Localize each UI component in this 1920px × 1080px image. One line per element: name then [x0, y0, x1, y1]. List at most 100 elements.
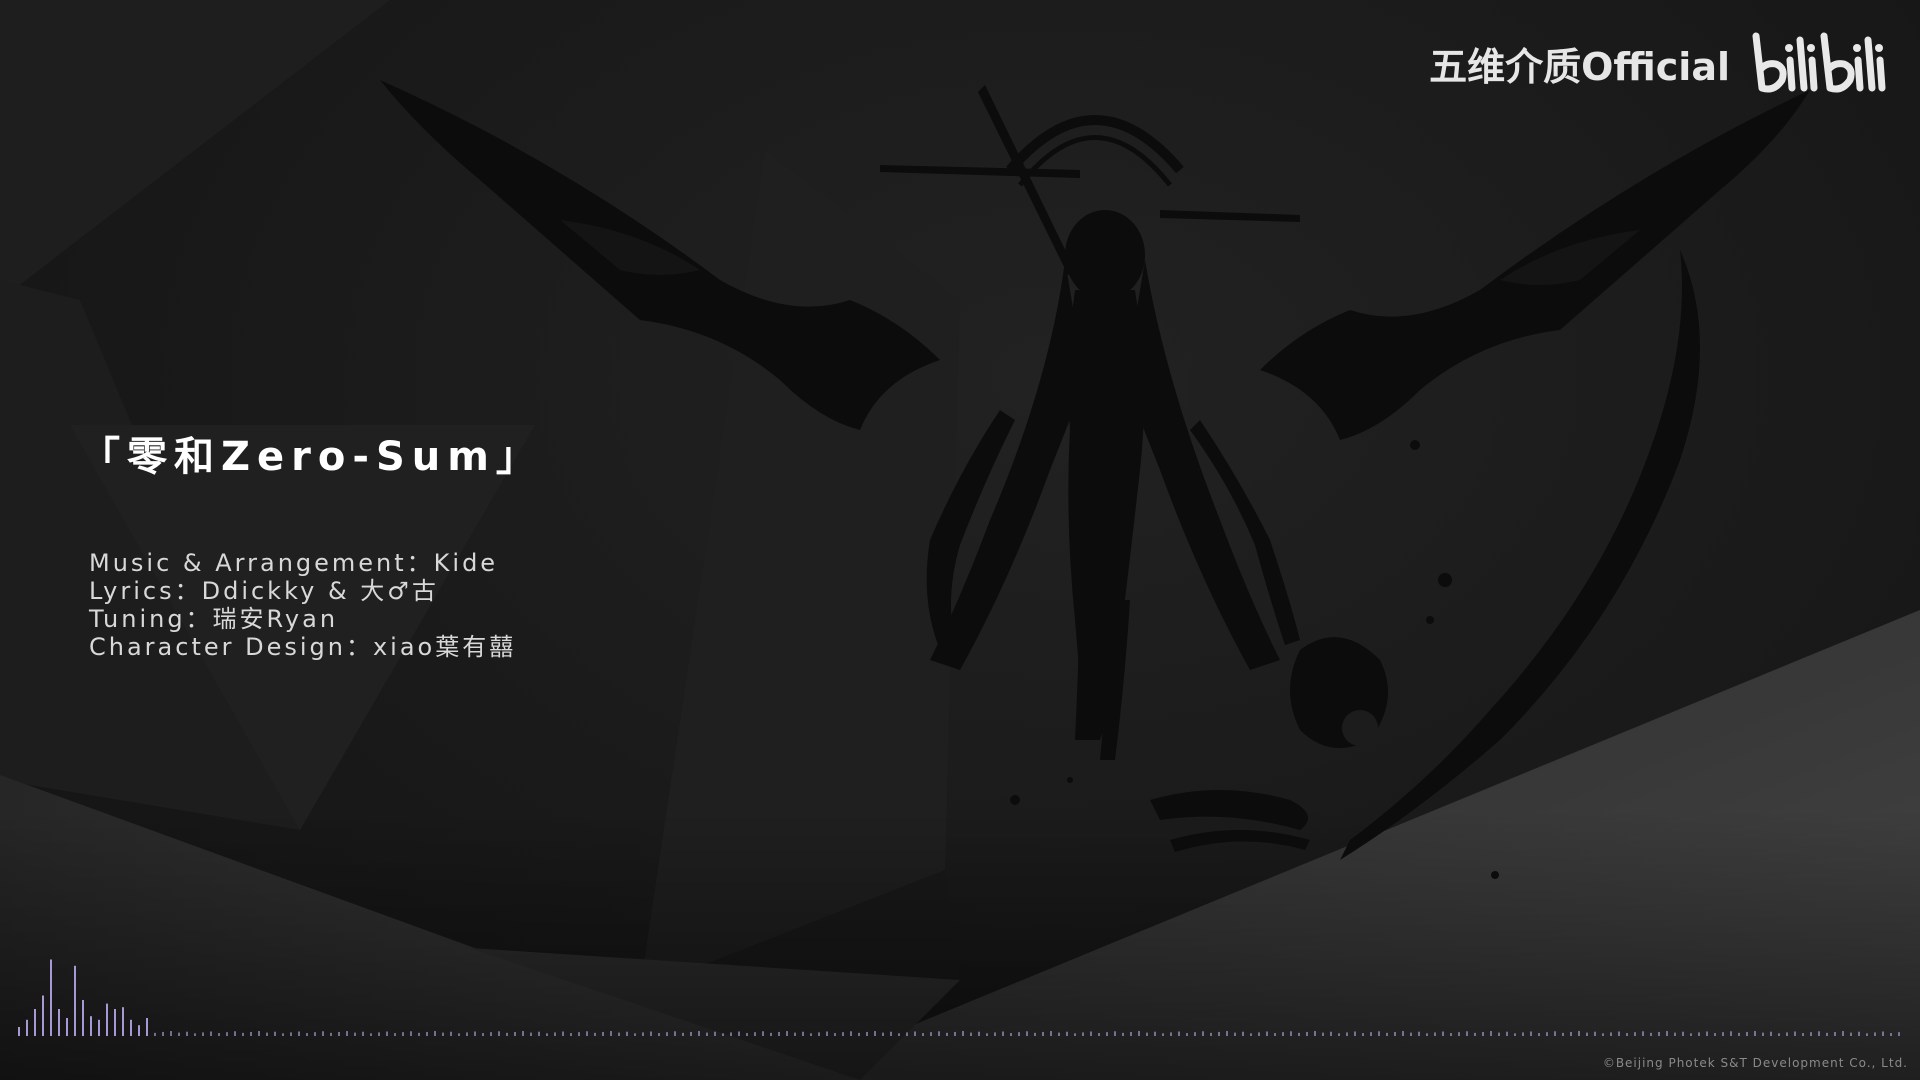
visualizer-bar: [1754, 1031, 1756, 1036]
visualizer-bar: [634, 1033, 636, 1036]
visualizer-bar: [1250, 1033, 1252, 1036]
visualizer-bar: [1018, 1032, 1020, 1036]
credits-block: Music & Arrangement：Kide Lyrics：Ddickky …: [89, 549, 516, 661]
visualizer-bar: [50, 959, 52, 1036]
visualizer-bar: [1810, 1032, 1812, 1036]
visualizer-bar: [1426, 1033, 1428, 1036]
visualizer-bar: [1674, 1032, 1676, 1036]
visualizer-bar: [274, 1031, 276, 1036]
visualizer-bar: [1570, 1031, 1572, 1036]
visualizer-bar: [306, 1033, 308, 1036]
visualizer-bar: [466, 1032, 468, 1036]
visualizer-bar: [250, 1031, 252, 1036]
visualizer-bar: [1442, 1031, 1444, 1036]
visualizer-bar: [138, 1025, 140, 1036]
visualizer-bar: [1650, 1032, 1652, 1036]
visualizer-bar: [74, 965, 76, 1036]
visualizer-bar: [1066, 1031, 1068, 1036]
visualizer-bar: [546, 1033, 548, 1036]
visualizer-bar: [954, 1031, 956, 1036]
visualizer-bar: [474, 1031, 476, 1036]
visualizer-bar: [1826, 1032, 1828, 1036]
visualizer-bar: [1322, 1032, 1324, 1036]
visualizer-bar: [938, 1031, 940, 1036]
credit-tuning: Tuning：瑞安Ryan: [89, 605, 339, 633]
visualizer-bar: [106, 1003, 108, 1036]
visualizer-bar: [586, 1031, 588, 1036]
visualizer-bar: [1642, 1031, 1644, 1036]
visualizer-bar: [1786, 1032, 1788, 1036]
visualizer-bar: [570, 1033, 572, 1036]
visualizer-bar: [834, 1033, 836, 1036]
visualizer-bar: [1698, 1032, 1700, 1036]
visualizer-bar: [442, 1032, 444, 1036]
visualizer-bar: [1330, 1031, 1332, 1036]
visualizer-bar: [1058, 1032, 1060, 1036]
visualizer-bar: [602, 1031, 604, 1036]
visualizer-bar: [490, 1032, 492, 1036]
visualizer-bar: [978, 1031, 980, 1036]
visualizer-bar: [226, 1032, 228, 1036]
visualizer-bar: [322, 1031, 324, 1036]
visualizer-bar: [402, 1032, 404, 1036]
visualizer-bar: [1218, 1031, 1220, 1036]
visualizer-bar: [554, 1032, 556, 1036]
credit-music: Music & Arrangement：Kide: [89, 549, 499, 577]
visualizer-bar: [1306, 1031, 1308, 1036]
visualizer-bar: [874, 1031, 876, 1036]
visualizer-bar: [410, 1031, 412, 1036]
visualizer-bar: [722, 1033, 724, 1036]
visualizer-bar: [706, 1032, 708, 1036]
visualizer-bar: [674, 1031, 676, 1036]
visualizer-bar: [1586, 1032, 1588, 1036]
visualizer-bar: [1466, 1031, 1468, 1036]
visualizer-bar: [1866, 1033, 1868, 1036]
visualizer-bar: [1210, 1032, 1212, 1036]
visualizer-bar: [418, 1032, 420, 1036]
visualizer-bar: [1666, 1031, 1668, 1036]
visualizer-bar: [1690, 1033, 1692, 1036]
visualizer-bar: [762, 1031, 764, 1036]
visualizer-bar: [842, 1032, 844, 1036]
visualizer-bar: [650, 1031, 652, 1036]
visualizer-bar: [114, 1009, 116, 1036]
visualizer-bar: [1842, 1031, 1844, 1036]
visualizer-bar: [1738, 1032, 1740, 1036]
visualizer-bar: [1514, 1033, 1516, 1036]
visualizer-bar: [1266, 1031, 1268, 1036]
visualizer-bar: [1170, 1032, 1172, 1036]
visualizer-bar: [714, 1031, 716, 1036]
visualizer-bar: [314, 1032, 316, 1036]
visualizer-bar: [594, 1032, 596, 1036]
visualizer-bar: [330, 1032, 332, 1036]
visualizer-bar: [434, 1031, 436, 1036]
visualizer-bar: [770, 1032, 772, 1036]
visualizer-bar: [1546, 1032, 1548, 1036]
visualizer-bar: [1090, 1031, 1092, 1036]
visualizer-bar: [154, 1032, 156, 1036]
visualizer-bar: [1338, 1033, 1340, 1036]
visualizer-bar: [562, 1031, 564, 1036]
visualizer-bar: [258, 1031, 260, 1036]
visualizer-bar: [1410, 1032, 1412, 1036]
visualizer-bar: [730, 1032, 732, 1036]
visualizer-bar: [186, 1031, 188, 1036]
visualizer-bar: [1274, 1033, 1276, 1036]
visualizer-bar: [1530, 1031, 1532, 1036]
visualizer-bar: [850, 1031, 852, 1036]
visualizer-bar: [162, 1031, 164, 1036]
visualizer-bar: [1802, 1033, 1804, 1036]
visualizer-bar: [1186, 1033, 1188, 1036]
visualizer-bar: [642, 1032, 644, 1036]
visualizer-bar: [338, 1031, 340, 1036]
visualizer-bar: [1178, 1031, 1180, 1036]
visualizer-bar: [1226, 1031, 1228, 1036]
visualizer-bar: [810, 1033, 812, 1036]
visualizer-bar: [218, 1033, 220, 1036]
visualizer-bar: [930, 1032, 932, 1036]
visualizer-bar: [1722, 1032, 1724, 1036]
visualizer-bar: [26, 1019, 28, 1036]
visualizer-bar: [1794, 1031, 1796, 1036]
visualizer-bar: [1146, 1032, 1148, 1036]
visualizer-bar: [1634, 1032, 1636, 1036]
